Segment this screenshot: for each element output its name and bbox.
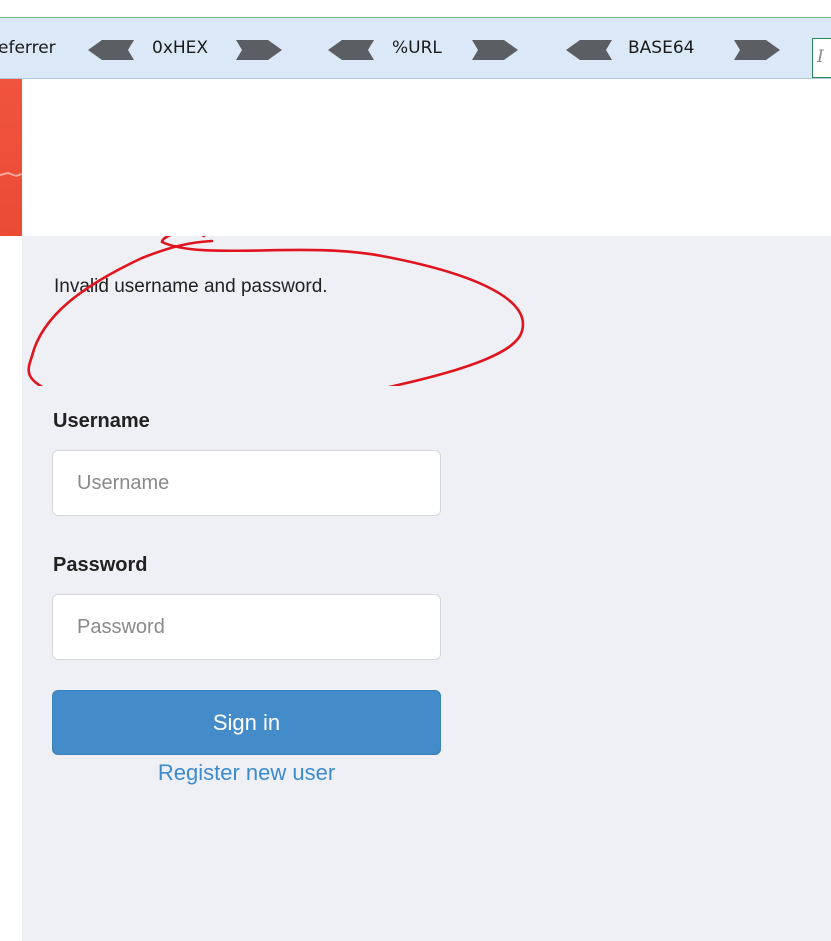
error-message: Invalid username and password. bbox=[54, 276, 328, 297]
register-link[interactable]: Register new user bbox=[52, 760, 441, 786]
signin-button[interactable]: Sign in bbox=[52, 690, 441, 755]
hex-decode-arrow-icon[interactable] bbox=[88, 40, 134, 60]
base64-encode-arrow-icon[interactable] bbox=[734, 40, 780, 60]
username-input[interactable] bbox=[52, 450, 441, 516]
toolbar-input[interactable]: I bbox=[812, 38, 831, 78]
base64-label: BASE64 bbox=[628, 38, 695, 58]
hex-encode-arrow-icon[interactable] bbox=[236, 40, 282, 60]
url-encode-arrow-icon[interactable] bbox=[472, 40, 518, 60]
referrer-label[interactable]: eferrer bbox=[0, 38, 56, 58]
logo-mark-icon bbox=[0, 171, 22, 178]
encoding-toolbar: eferrer 0xHEX %URL BASE64 I bbox=[0, 17, 831, 79]
url-label: %URL bbox=[392, 38, 442, 58]
annotation-circle bbox=[27, 236, 525, 386]
brand-logo[interactable] bbox=[0, 79, 22, 236]
username-label: Username bbox=[53, 410, 150, 432]
url-decode-arrow-icon[interactable] bbox=[328, 40, 374, 60]
toolbar-input-value: I bbox=[817, 47, 824, 67]
login-panel: Invalid username and password. Username … bbox=[22, 236, 831, 941]
password-input[interactable] bbox=[52, 594, 441, 660]
password-label: Password bbox=[53, 554, 148, 576]
page-header bbox=[0, 79, 831, 236]
hex-label: 0xHEX bbox=[152, 38, 209, 58]
base64-decode-arrow-icon[interactable] bbox=[566, 40, 612, 60]
